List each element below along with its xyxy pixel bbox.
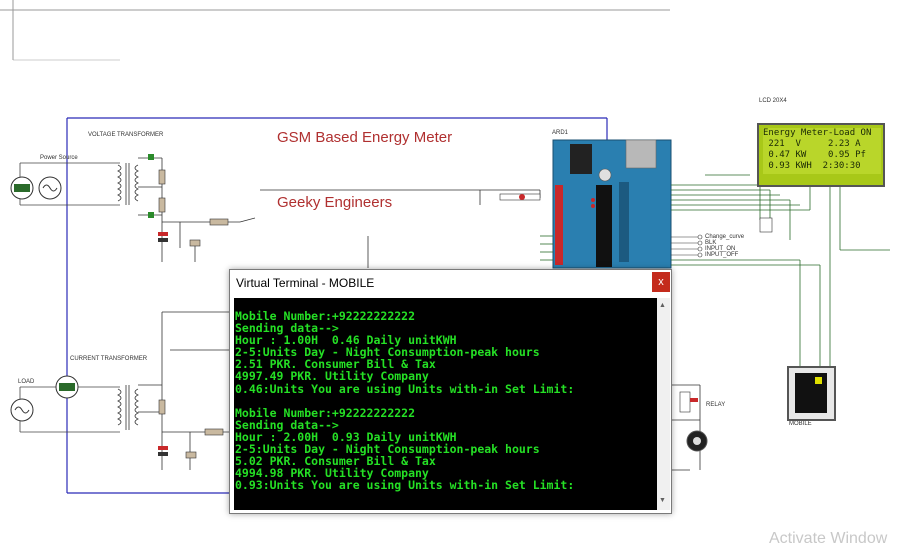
voltage-transformer-label: VOLTAGE TRANSFORMER: [88, 132, 164, 138]
lcd-display[interactable]: Energy Meter-Load ON 221 V 2.23 A 0.47 K…: [757, 123, 885, 187]
mobile-screen: [795, 373, 827, 413]
mobile-indicator: [815, 377, 822, 384]
lcd-line: 221 V 2.23 A: [763, 139, 861, 149]
window-titlebar[interactable]: Virtual Terminal - MOBILE x: [230, 270, 671, 296]
pin-label: INPUT_OFF: [705, 252, 739, 258]
schematic-subtitle: Geeky Engineers: [277, 194, 393, 211]
mobile-label: MOBILE: [789, 421, 812, 427]
schematic-title: GSM Based Energy Meter: [277, 129, 453, 146]
lcd-line: 0.93 KWH 2:30:30: [763, 161, 861, 171]
relay-label: RELAY: [706, 402, 726, 408]
lcd-label: LCD 20X4: [759, 98, 787, 104]
mobile-device[interactable]: [787, 366, 836, 421]
load-label: LOAD: [18, 379, 35, 385]
terminal-line: 0.46:Units You are using Units with-in S…: [235, 381, 575, 396]
terminal-line: 4997.49 PKR. Utility Company: [235, 369, 429, 384]
virtual-terminal-window[interactable]: Virtual Terminal - MOBILE x Mobile Numbe…: [229, 269, 672, 514]
vertical-scrollbar[interactable]: ▲ ▼: [657, 298, 670, 510]
lcd-line: Energy Meter-Load ON: [763, 128, 872, 138]
scroll-up-icon[interactable]: ▲: [659, 302, 666, 309]
terminal-line: 0.93:Units You are using Units with-in S…: [235, 478, 575, 493]
activation-watermark: Activate Window: [769, 530, 888, 547]
terminal-output[interactable]: Mobile Number:+92222222222 Sending data-…: [234, 298, 657, 510]
power-source-label: Power Source: [40, 155, 78, 161]
lcd-screen: Energy Meter-Load ON 221 V 2.23 A 0.47 K…: [763, 128, 881, 174]
arduino-label: ARD1: [552, 130, 569, 136]
close-button[interactable]: x: [652, 272, 670, 292]
lcd-line: 0.47 KW 0.95 Pf: [763, 150, 866, 160]
current-transformer-label: CURRENT TRANSFORMER: [70, 356, 148, 362]
window-title: Virtual Terminal - MOBILE: [236, 276, 375, 290]
scroll-down-icon[interactable]: ▼: [659, 497, 666, 504]
